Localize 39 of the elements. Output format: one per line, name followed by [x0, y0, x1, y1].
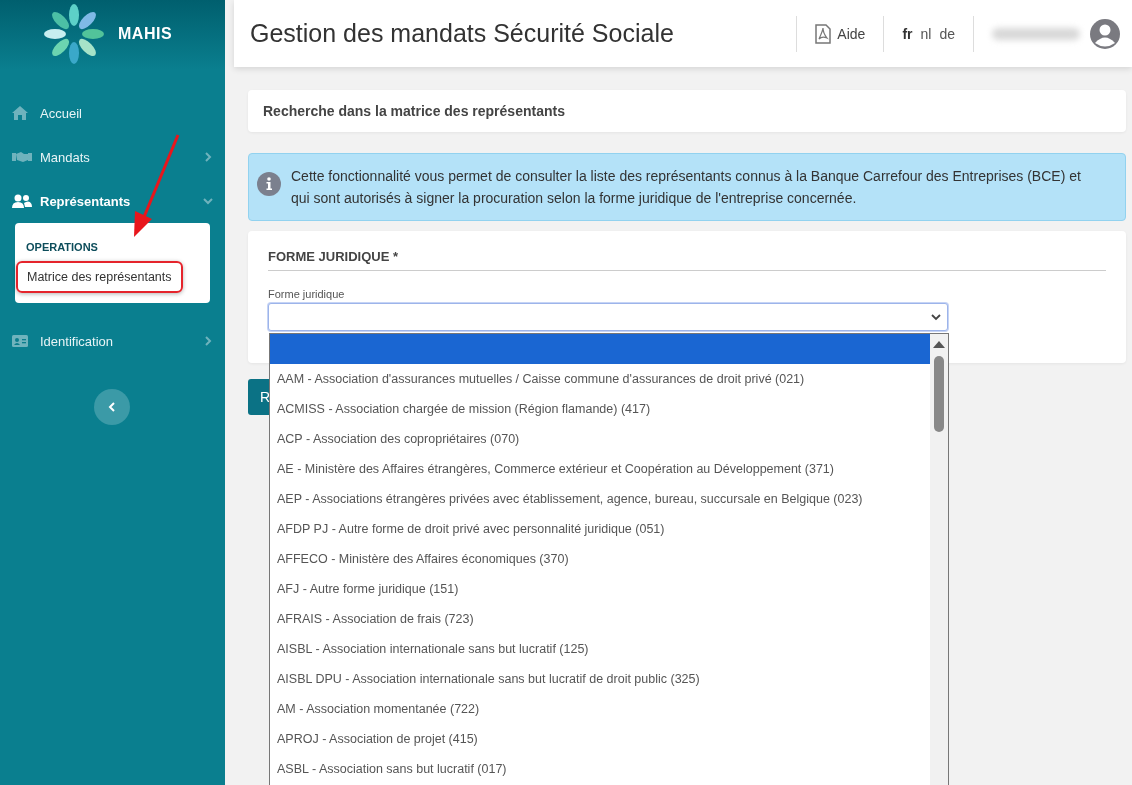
dropdown-option[interactable]: AM - Association momentanée (722)	[270, 694, 930, 724]
dropdown-option[interactable]: AE - Ministère des Affaires étrangères, Commerce extérieur et Coopération au Développement (371)	[270, 454, 930, 484]
submenu-heading: OPERATIONS	[26, 241, 98, 253]
dropdown-option[interactable]: AISBL - Association internationale sans but lucratif (125)	[270, 634, 930, 664]
nav-item[interactable]: Mandats	[0, 135, 225, 179]
dropdown-option[interactable]: ASBL - Association sans but lucratif (017)	[270, 754, 930, 784]
chevron-left-icon	[108, 402, 116, 412]
dropdown-option[interactable]: AFFECO - Ministère des Affaires économiques (370)	[270, 544, 930, 574]
help-link[interactable]: Aide	[815, 23, 866, 44]
dropdown-option[interactable]: AFRAIS - Association de frais (723)	[270, 604, 930, 634]
panel-title: Recherche dans la matrice des représentants	[262, 102, 566, 121]
language-link[interactable]: fr	[902, 25, 913, 42]
language-link[interactable]: de	[939, 25, 955, 42]
dropdown-option[interactable]: AFJ - Autre forme juridique (151)	[270, 574, 930, 604]
field-label: Forme juridique	[268, 288, 346, 300]
dropdown-option[interactable]: ACP - Association des copropriétaires (070)	[270, 424, 930, 454]
page-title: Gestion des mandats Sécurité Sociale	[250, 19, 675, 48]
info-icon	[257, 172, 281, 196]
submenu-item[interactable]: Matrice des représentants	[16, 261, 183, 293]
home-icon	[12, 106, 28, 120]
brand-name: MAHIS	[118, 24, 173, 43]
nav-item[interactable]: Identification	[0, 319, 225, 363]
chevron-down-icon	[931, 313, 941, 321]
nav-item[interactable]: Accueil	[0, 91, 225, 135]
handshake-icon	[12, 151, 32, 163]
dropdown-option[interactable]: APROJ - Association de projet (415)	[270, 724, 930, 754]
pdf-file-icon	[815, 23, 832, 44]
dropdown-option[interactable]: AEP - Associations étrangères privées avec établissement, agence, bureau, succursale en Belgique (023)	[270, 484, 930, 514]
dropdown-option[interactable]: AISBL DPU - Association internationale sans but lucratif de droit public (325)	[270, 664, 930, 694]
language-link[interactable]: nl	[920, 25, 932, 42]
collapse-button[interactable]	[94, 389, 130, 425]
flower-logo-icon	[44, 3, 104, 64]
user-avatar-icon[interactable]	[1090, 18, 1120, 49]
info-text: Cette fonctionnalité vous permet de consulter la liste des représentants connus à la Banque Carrefour des Entreprises (BCE) et qui sont autorisés à signer la procuration selon la forme juridique de l'entreprise concernée.	[291, 167, 1082, 208]
nav-item[interactable]: Représentants	[0, 179, 225, 223]
section-heading: FORME JURIDIQUE *	[268, 249, 1106, 271]
users-icon	[12, 194, 32, 208]
id-card-icon	[12, 335, 28, 347]
dropdown-option[interactable]: AFDP PJ - Autre forme de droit privé avec personnalité juridique (051)	[270, 514, 930, 544]
